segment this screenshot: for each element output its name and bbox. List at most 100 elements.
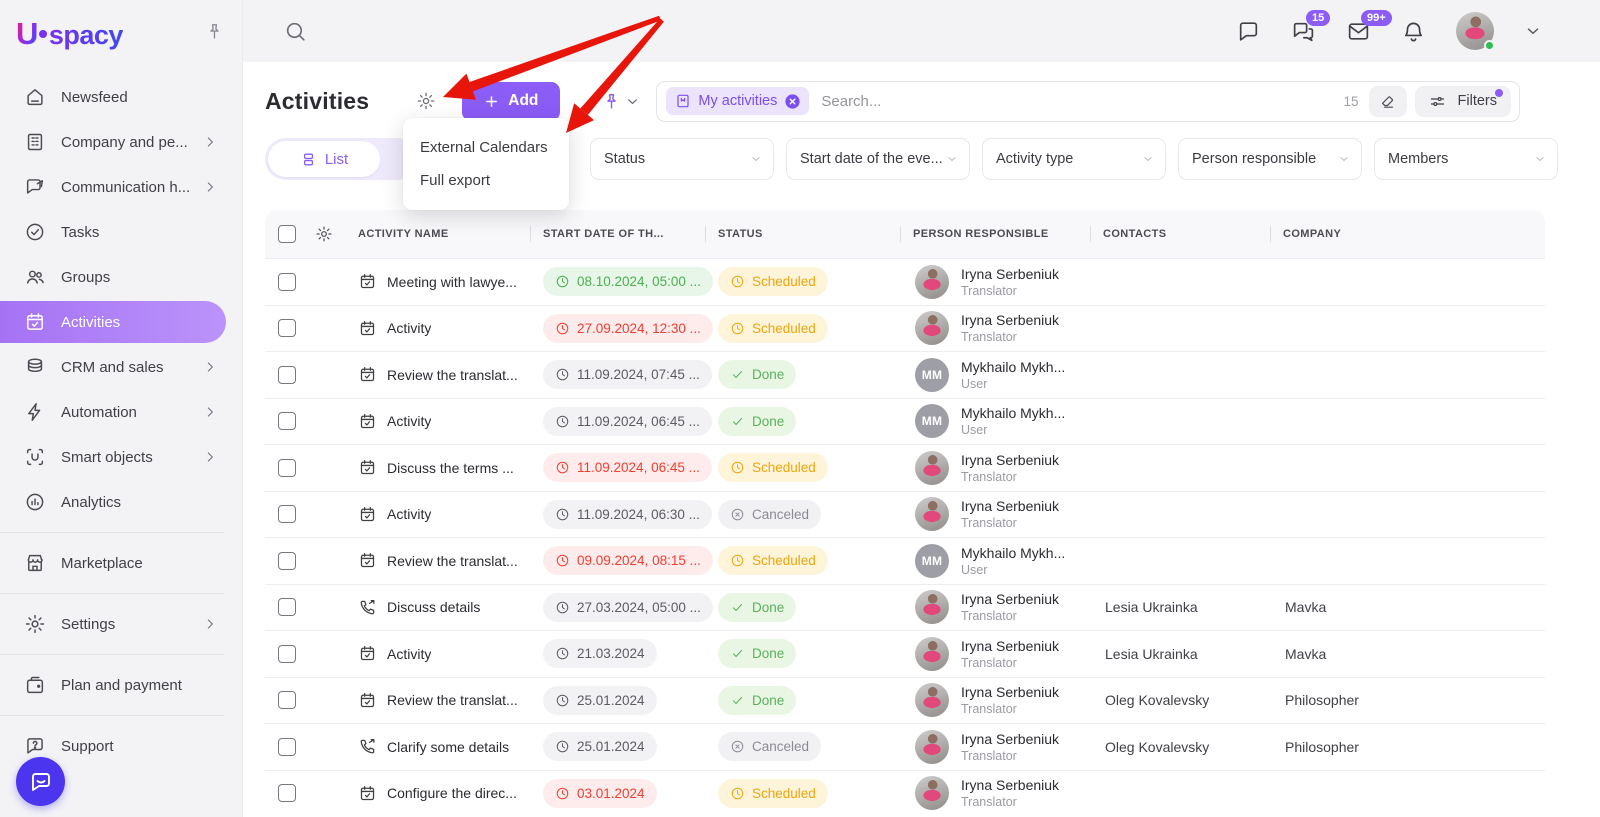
activity-name-cell[interactable]: Activity	[345, 412, 530, 431]
sidebar-item-plan-and-payment[interactable]: Plan and payment	[0, 664, 226, 706]
company-cell[interactable]: Mavka	[1270, 646, 1545, 662]
company-cell[interactable]: Philosopher	[1270, 692, 1545, 708]
activity-name-cell[interactable]: Activity	[345, 505, 530, 524]
person-cell[interactable]: MMMykhailo Mykh...User	[900, 544, 1090, 578]
activity-name-cell[interactable]: Configure the direc...	[345, 784, 530, 803]
search-placeholder[interactable]: Search...	[821, 93, 1343, 110]
view-toggle-list[interactable]: List	[268, 141, 380, 177]
pinned-views-control[interactable]	[602, 92, 640, 111]
table-row[interactable]: Discuss the terms ...11.09.2024, 06:45 .…	[265, 444, 1545, 491]
activity-name-cell[interactable]: Meeting with lawye...	[345, 272, 530, 291]
person-cell[interactable]: Iryna SerbeniukTranslator	[900, 730, 1090, 764]
add-button[interactable]: Add	[462, 82, 560, 121]
sidebar-item-smart-objects[interactable]: Smart objects	[0, 436, 226, 478]
person-cell[interactable]: MMMykhailo Mykh...User	[900, 404, 1090, 438]
row-checkbox[interactable]	[278, 319, 296, 337]
row-checkbox[interactable]	[278, 412, 296, 430]
filter-select-activity-type[interactable]: Activity type	[982, 138, 1166, 180]
col-contacts[interactable]: CONTACTS	[1090, 210, 1270, 258]
table-settings-gear-icon[interactable]	[303, 225, 345, 243]
row-checkbox[interactable]	[278, 505, 296, 523]
feedback-chat-icon[interactable]	[1236, 19, 1261, 44]
contact-cell[interactable]: Lesia Ukrainka	[1090, 599, 1270, 615]
contact-cell[interactable]: Lesia Ukrainka	[1090, 646, 1270, 662]
contact-cell[interactable]: Oleg Kovalevsky	[1090, 739, 1270, 755]
row-checkbox[interactable]	[278, 691, 296, 709]
table-row[interactable]: Activity11.09.2024, 06:45 ...DoneMMMykha…	[265, 398, 1545, 445]
filter-select-person-responsible[interactable]: Person responsible	[1178, 138, 1362, 180]
row-checkbox[interactable]	[278, 366, 296, 384]
col-person-responsible[interactable]: PERSON RESPONSIBLE	[900, 210, 1090, 258]
table-row[interactable]: Clarify some details25.01.2024CanceledIr…	[265, 723, 1545, 770]
person-cell[interactable]: MMMykhailo Mykh...User	[900, 358, 1090, 392]
row-checkbox[interactable]	[278, 273, 296, 291]
table-row[interactable]: Meeting with lawye...08.10.2024, 05:00 .…	[265, 258, 1545, 305]
table-row[interactable]: Activity11.09.2024, 06:30 ...CanceledIry…	[265, 491, 1545, 538]
sidebar-item-analytics[interactable]: Analytics	[0, 481, 226, 523]
sidebar-item-activities[interactable]: Activities	[0, 301, 226, 343]
chip-remove-icon[interactable]	[784, 93, 801, 110]
sidebar-item-settings[interactable]: Settings	[0, 603, 226, 645]
table-row[interactable]: Review the translat...25.01.2024DoneIryn…	[265, 677, 1545, 724]
table-row[interactable]: Activity27.09.2024, 12:30 ...ScheduledIr…	[265, 305, 1545, 352]
sidebar-item-marketplace[interactable]: Marketplace	[0, 542, 226, 584]
row-checkbox[interactable]	[278, 459, 296, 477]
person-cell[interactable]: Iryna SerbeniukTranslator	[900, 683, 1090, 717]
person-cell[interactable]: Iryna SerbeniukTranslator	[900, 590, 1090, 624]
person-cell[interactable]: Iryna SerbeniukTranslator	[900, 451, 1090, 485]
col-activity-name[interactable]: ACTIVITY NAME	[345, 210, 530, 258]
company-cell[interactable]: Mavka	[1270, 599, 1545, 615]
activity-name-cell[interactable]: Review the translat...	[345, 551, 530, 570]
sidebar-item-newsfeed[interactable]: Newsfeed	[0, 76, 226, 118]
filter-select-status[interactable]: Status	[590, 138, 774, 180]
activities-settings-gear-icon[interactable]	[416, 91, 436, 111]
activity-name-cell[interactable]: Discuss details	[345, 598, 530, 617]
global-search-icon[interactable]	[283, 19, 308, 44]
mail-icon[interactable]: 99+	[1346, 19, 1371, 44]
col-start-date[interactable]: START DATE OF TH...	[530, 210, 705, 258]
table-row[interactable]: Discuss details27.03.2024, 05:00 ...Done…	[265, 584, 1545, 631]
menu-item-external-calendars[interactable]: External Calendars	[403, 131, 569, 164]
clear-filters-button[interactable]	[1369, 86, 1407, 117]
row-checkbox[interactable]	[278, 598, 296, 616]
filter-select-start-date-of-the-eve[interactable]: Start date of the eve...	[786, 138, 970, 180]
col-status[interactable]: STATUS	[705, 210, 900, 258]
row-checkbox[interactable]	[278, 738, 296, 756]
activity-name-cell[interactable]: Review the translat...	[345, 691, 530, 710]
sidebar-item-communication-h[interactable]: Communication h...	[0, 166, 226, 208]
person-cell[interactable]: Iryna SerbeniukTranslator	[900, 265, 1090, 299]
activity-name-cell[interactable]: Review the translat...	[345, 365, 530, 384]
table-row[interactable]: Review the translat...09.09.2024, 08:15 …	[265, 537, 1545, 584]
filters-button[interactable]: Filters	[1415, 86, 1511, 117]
row-checkbox[interactable]	[278, 645, 296, 663]
sidebar-pin-icon[interactable]	[205, 22, 224, 46]
activity-name-cell[interactable]: Discuss the terms ...	[345, 458, 530, 477]
messenger-icon[interactable]: 15	[1291, 19, 1316, 44]
profile-chevron-down-icon[interactable]	[1524, 22, 1542, 40]
company-cell[interactable]: Philosopher	[1270, 739, 1545, 755]
activity-name-cell[interactable]: Clarify some details	[345, 737, 530, 756]
person-cell[interactable]: Iryna SerbeniukTranslator	[900, 497, 1090, 531]
menu-item-full-export[interactable]: Full export	[403, 164, 569, 197]
row-checkbox[interactable]	[278, 552, 296, 570]
sidebar-item-tasks[interactable]: Tasks	[0, 211, 226, 253]
activity-name-cell[interactable]: Activity	[345, 319, 530, 338]
chat-widget-button[interactable]	[16, 757, 65, 806]
person-cell[interactable]: Iryna SerbeniukTranslator	[900, 311, 1090, 345]
filter-select-members[interactable]: Members	[1374, 138, 1558, 180]
col-company[interactable]: COMPANY	[1270, 210, 1545, 258]
table-row[interactable]: Review the translat...11.09.2024, 07:45 …	[265, 351, 1545, 398]
select-all-checkbox[interactable]	[278, 225, 296, 243]
sidebar-item-automation[interactable]: Automation	[0, 391, 226, 433]
row-checkbox[interactable]	[278, 784, 296, 802]
my-activities-filter-chip[interactable]: My activities	[666, 87, 809, 115]
person-cell[interactable]: Iryna SerbeniukTranslator	[900, 637, 1090, 671]
activity-name-cell[interactable]: Activity	[345, 644, 530, 663]
sidebar-item-crm-and-sales[interactable]: CRM and sales	[0, 346, 226, 388]
user-avatar[interactable]	[1456, 12, 1494, 50]
search-bar[interactable]: My activities Search... 15 Filters	[656, 81, 1520, 122]
notifications-bell-icon[interactable]	[1401, 19, 1426, 44]
table-row[interactable]: Activity21.03.2024DoneIryna SerbeniukTra…	[265, 630, 1545, 677]
person-cell[interactable]: Iryna SerbeniukTranslator	[900, 776, 1090, 810]
sidebar-item-company-and-pe[interactable]: Company and pe...	[0, 121, 226, 163]
